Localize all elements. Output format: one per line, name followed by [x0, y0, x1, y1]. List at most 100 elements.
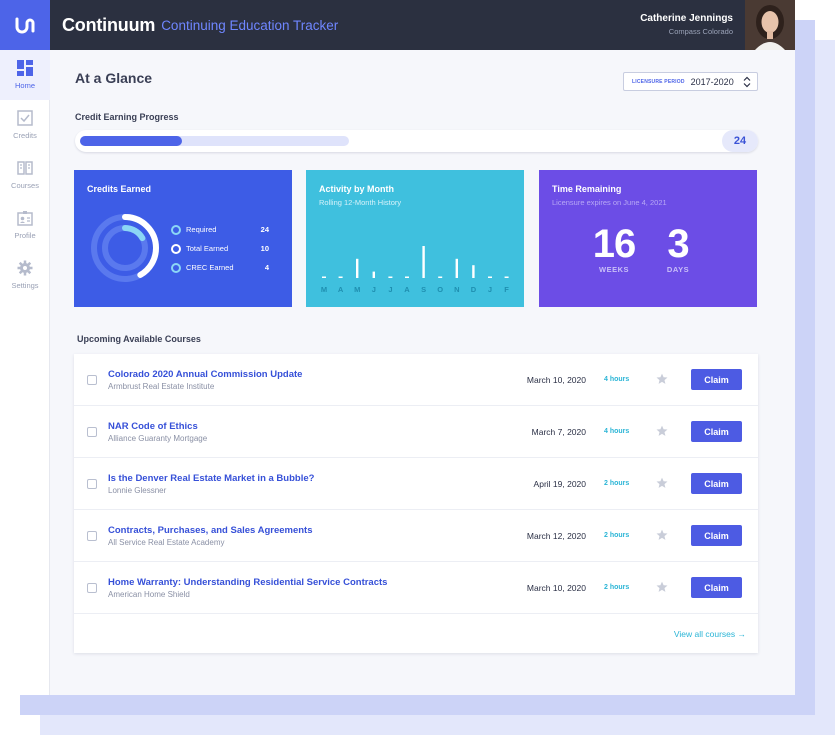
- course-row[interactable]: Home Warranty: Understanding Residential…: [74, 562, 758, 614]
- sidebar: Home Credits Courses Profile Settings: [0, 50, 50, 695]
- sidebar-item-home[interactable]: Home: [0, 50, 50, 100]
- user-info[interactable]: Catherine Jennings Compass Colorado: [640, 13, 733, 36]
- top-bar: Continuum Continuing Education Tracker C…: [0, 0, 795, 50]
- legend-label: CREC Earned: [186, 263, 234, 272]
- legend-dot: [171, 224, 181, 235]
- course-provider: American Home Shield: [108, 590, 190, 599]
- sidebar-item-settings[interactable]: Settings: [0, 250, 50, 300]
- card-title: Time Remaining: [552, 184, 622, 194]
- course-date: April 19, 2020: [533, 479, 586, 489]
- course-provider: All Service Real Estate Academy: [108, 538, 225, 547]
- course-row[interactable]: Contracts, Purchases, and Sales Agreemen…: [74, 510, 758, 562]
- course-checkbox[interactable]: [87, 375, 97, 385]
- course-hours: 2 hours: [604, 532, 630, 539]
- course-provider: Lonnie Glessner: [108, 486, 167, 495]
- activity-bar-6: [422, 246, 425, 278]
- course-title-link[interactable]: NAR Code of Ethics: [108, 421, 198, 432]
- course-hours: 2 hours: [604, 584, 630, 591]
- claim-button[interactable]: Claim: [691, 473, 742, 494]
- activity-month-label-7: O: [437, 285, 443, 294]
- course-row[interactable]: NAR Code of Ethics Alliance Guaranty Mor…: [74, 406, 758, 458]
- activity-bar-9: [472, 265, 475, 278]
- course-title-link[interactable]: Home Warranty: Understanding Residential…: [108, 577, 387, 588]
- progress-track: [80, 136, 349, 146]
- user-organization: Compass Colorado: [668, 27, 733, 36]
- course-date: March 10, 2020: [526, 375, 586, 385]
- activity-month-label-4: J: [388, 285, 392, 294]
- sidebar-item-label: Home: [14, 81, 35, 90]
- page-title: At a Glance: [75, 70, 153, 86]
- activity-month-label-0: M: [321, 285, 327, 294]
- course-checkbox[interactable]: [87, 427, 97, 437]
- credits-donut-chart: [91, 214, 159, 282]
- book-icon: [17, 161, 33, 175]
- courses-section-title: Upcoming Available Courses: [77, 334, 201, 344]
- course-title-link[interactable]: Is the Denver Real Estate Market in a Bu…: [108, 473, 314, 484]
- view-all-courses-link[interactable]: View all courses →: [674, 629, 746, 639]
- course-row[interactable]: Colorado 2020 Annual Commission Update A…: [74, 354, 758, 406]
- time-remaining-card: Time Remaining Licensure expires on June…: [539, 170, 757, 307]
- star-icon[interactable]: [656, 425, 668, 437]
- credit-progress-bar: 24: [75, 130, 758, 152]
- logo-icon[interactable]: [0, 0, 50, 50]
- activity-bar-2: [356, 258, 359, 278]
- card-subtitle: Licensure expires on June 4, 2021: [552, 198, 667, 207]
- avatar[interactable]: [745, 0, 795, 50]
- home-grid-icon: [17, 60, 33, 76]
- days-label: DAYS: [666, 265, 690, 274]
- activity-bar-0: [322, 276, 326, 278]
- legend-dot: [171, 262, 181, 273]
- claim-button[interactable]: Claim: [691, 369, 742, 390]
- brand-name: Continuum: [62, 14, 156, 35]
- sidebar-item-label: Courses: [11, 181, 39, 190]
- star-icon[interactable]: [656, 581, 668, 593]
- sidebar-item-credits[interactable]: Credits: [0, 100, 50, 150]
- activity-bar-11: [504, 276, 509, 278]
- course-title-link[interactable]: Contracts, Purchases, and Sales Agreemen…: [108, 525, 313, 536]
- course-provider: Armbrust Real Estate Institute: [108, 382, 215, 391]
- activity-bar-4: [388, 276, 393, 278]
- progress-value-badge: 24: [722, 130, 758, 152]
- card-title: Activity by Month: [319, 184, 395, 194]
- course-hours: 2 hours: [604, 480, 630, 487]
- course-title-link[interactable]: Colorado 2020 Annual Commission Update: [108, 369, 302, 380]
- sidebar-item-label: Profile: [14, 231, 36, 240]
- licensure-period-select[interactable]: LICENSURE PERIOD 2017-2020: [623, 72, 758, 91]
- claim-button[interactable]: Claim: [691, 577, 742, 598]
- legend-value: 10: [260, 244, 269, 253]
- star-icon[interactable]: [656, 373, 668, 385]
- course-date: March 7, 2020: [531, 427, 586, 437]
- legend-label: Required: [186, 225, 217, 234]
- credits-legend: Required 24 Total Earned 10 CREC Earned …: [171, 220, 269, 277]
- legend-dot: [171, 243, 181, 254]
- sidebar-item-label: Settings: [11, 281, 39, 290]
- activity-month-label-9: D: [471, 285, 477, 294]
- claim-button[interactable]: Claim: [691, 525, 742, 546]
- activity-bar-1: [338, 276, 343, 278]
- legend-row-total-earned: Total Earned 10: [171, 239, 269, 258]
- course-provider: Alliance Guaranty Mortgage: [108, 434, 208, 443]
- activity-bar-3: [372, 271, 375, 278]
- claim-button[interactable]: Claim: [691, 421, 742, 442]
- checkbox-icon: [17, 110, 33, 126]
- app-window: Continuum Continuing Education Tracker C…: [0, 0, 795, 695]
- course-row[interactable]: Is the Denver Real Estate Market in a Bu…: [74, 458, 758, 510]
- card-title: Credits Earned: [87, 184, 152, 194]
- period-value: 2017-2020: [690, 76, 734, 87]
- sidebar-item-courses[interactable]: Courses: [0, 150, 50, 200]
- star-icon[interactable]: [656, 529, 668, 541]
- course-checkbox[interactable]: [87, 479, 97, 489]
- activity-month-label-1: A: [338, 285, 344, 294]
- activity-bar-5: [405, 276, 409, 278]
- progress-fill: [80, 136, 183, 146]
- sidebar-item-profile[interactable]: Profile: [0, 200, 50, 250]
- course-checkbox[interactable]: [87, 531, 97, 541]
- weeks-value: 16: [592, 222, 637, 266]
- star-icon[interactable]: [656, 477, 668, 489]
- progress-label: Credit Earning Progress: [75, 112, 179, 122]
- activity-month-label-10: J: [488, 285, 492, 294]
- weeks-label: WEEKS: [598, 265, 629, 274]
- course-checkbox[interactable]: [87, 583, 97, 593]
- credits-earned-card: Credits Earned Required 24 Total Earned …: [74, 170, 292, 307]
- main-content: At a Glance LICENSURE PERIOD 2017-2020 C…: [50, 50, 795, 695]
